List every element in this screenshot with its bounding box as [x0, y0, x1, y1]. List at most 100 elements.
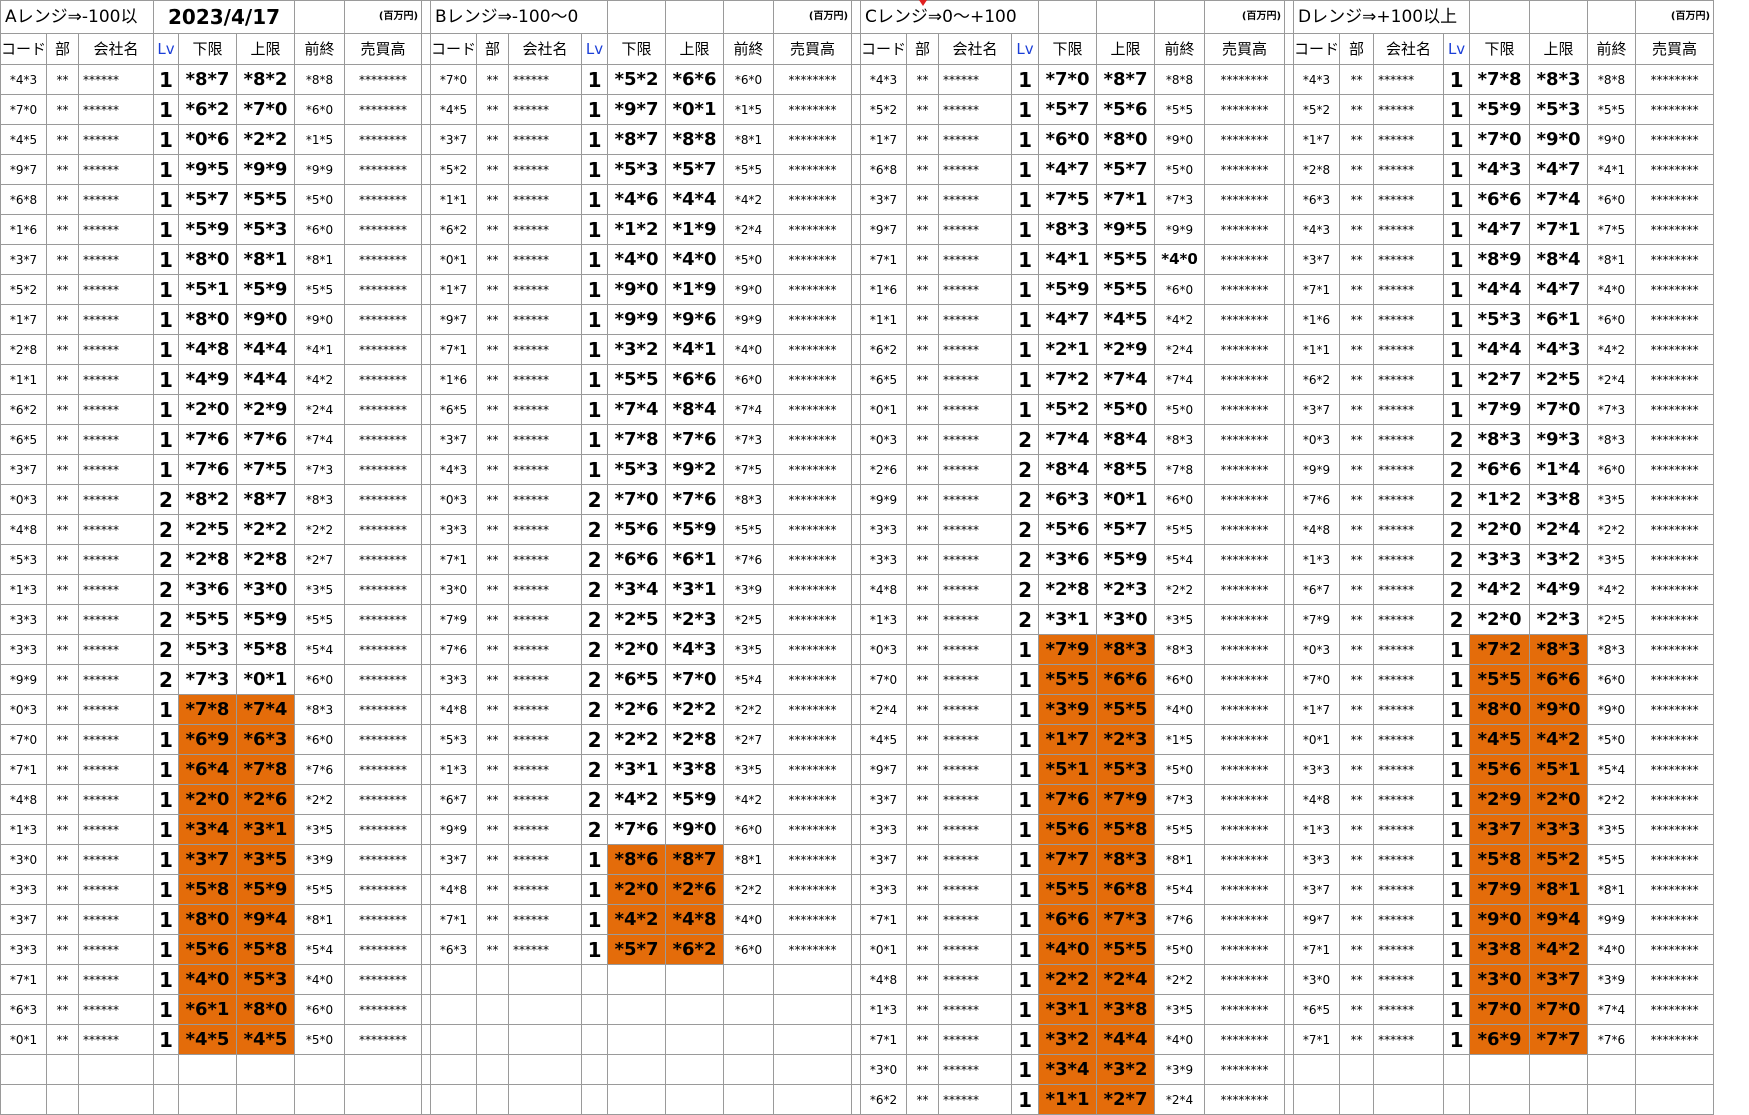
- cell-lv[interactable]: 1: [581, 934, 609, 965]
- cell-lower[interactable]: *8*9: [1469, 244, 1531, 275]
- cell-upper[interactable]: *2*5: [1529, 364, 1589, 395]
- cell-upper[interactable]: *2*3: [665, 604, 725, 635]
- gap-cell[interactable]: [421, 64, 432, 95]
- cell-bu[interactable]: **: [1339, 844, 1375, 875]
- empty-cell[interactable]: [508, 1054, 583, 1085]
- gap-cell[interactable]: [1284, 394, 1295, 425]
- empty-cell[interactable]: [1469, 1054, 1531, 1085]
- cell-upper[interactable]: *3*7: [1529, 964, 1589, 995]
- cell-upper[interactable]: *8*1: [1529, 874, 1589, 905]
- cell-bu[interactable]: **: [476, 424, 510, 455]
- cell-sales[interactable]: ********: [1204, 574, 1286, 605]
- cell-sales[interactable]: ********: [1635, 184, 1715, 215]
- cell-bu[interactable]: **: [46, 754, 80, 785]
- empty-cell[interactable]: [1373, 1054, 1445, 1085]
- cell-code[interactable]: *4*3: [430, 454, 478, 485]
- cell-prev[interactable]: *9*9: [1154, 214, 1206, 245]
- cell-name[interactable]: ******: [938, 154, 1013, 185]
- cell-lv[interactable]: 1: [581, 64, 609, 95]
- cell-lv[interactable]: 1: [1011, 184, 1040, 215]
- cell-code[interactable]: *0*1: [430, 244, 478, 275]
- cell-prev[interactable]: *1*5: [723, 94, 775, 125]
- cell-code[interactable]: *6*3: [0, 994, 48, 1025]
- cell-name[interactable]: ******: [938, 964, 1013, 995]
- cell-prev[interactable]: *3*5: [294, 574, 346, 605]
- empty-cell[interactable]: [665, 964, 725, 995]
- gap-cell[interactable]: [421, 244, 432, 275]
- cell-lower[interactable]: *9*9: [607, 304, 667, 335]
- cell-lower[interactable]: *9*5: [178, 154, 238, 185]
- cell-sales[interactable]: ********: [1635, 94, 1715, 125]
- cell-lower[interactable]: *6*5: [607, 664, 667, 695]
- gap-cell[interactable]: [851, 364, 862, 395]
- cell-name[interactable]: ******: [508, 754, 583, 785]
- cell-prev[interactable]: *3*5: [1587, 544, 1637, 575]
- cell-lower[interactable]: *7*7: [1038, 844, 1098, 875]
- cell-code[interactable]: *0*1: [860, 394, 908, 425]
- cell-prev[interactable]: *5*5: [1587, 844, 1637, 875]
- gap-cell[interactable]: [851, 784, 862, 815]
- cell-lv[interactable]: 1: [153, 754, 180, 785]
- cell-bu[interactable]: **: [476, 574, 510, 605]
- cell-prev[interactable]: *8*8: [1587, 64, 1637, 95]
- cell-sales[interactable]: ********: [1635, 124, 1715, 155]
- cell-prev[interactable]: *2*2: [1587, 784, 1637, 815]
- cell-code[interactable]: *4*5: [860, 724, 908, 755]
- header-name[interactable]: 会社名: [78, 33, 155, 65]
- cell-code[interactable]: *1*7: [1293, 124, 1341, 155]
- cell-prev[interactable]: *5*5: [723, 154, 775, 185]
- cell-sales[interactable]: ********: [773, 274, 853, 305]
- cell-prev[interactable]: *5*5: [723, 514, 775, 545]
- cell-bu[interactable]: **: [46, 514, 80, 545]
- cell-upper[interactable]: *5*8: [236, 634, 296, 665]
- cell-code[interactable]: *0*1: [1293, 724, 1341, 755]
- cell-lv[interactable]: 1: [153, 184, 180, 215]
- cell-prev[interactable]: *7*6: [723, 544, 775, 575]
- gap-cell[interactable]: [851, 904, 862, 935]
- cell-sales[interactable]: ********: [1204, 64, 1286, 95]
- cell-code[interactable]: *6*7: [430, 784, 478, 815]
- cell-upper[interactable]: *5*5: [1096, 244, 1156, 275]
- cell-bu[interactable]: **: [476, 214, 510, 245]
- cell-upper[interactable]: *7*1: [1529, 214, 1589, 245]
- gap-cell[interactable]: [421, 964, 432, 995]
- cell-bu[interactable]: **: [476, 664, 510, 695]
- cell-name[interactable]: ******: [78, 334, 155, 365]
- cell-upper[interactable]: *7*1: [1096, 184, 1156, 215]
- cell-upper[interactable]: *4*5: [236, 1024, 296, 1055]
- header-prev[interactable]: 前終: [723, 33, 775, 65]
- cell-prev[interactable]: *4*2: [1587, 574, 1637, 605]
- cell-bu[interactable]: **: [1339, 244, 1375, 275]
- cell-bu[interactable]: **: [476, 514, 510, 545]
- cell-sales[interactable]: ********: [1204, 154, 1286, 185]
- cell-code[interactable]: *4*5: [430, 94, 478, 125]
- header-bu[interactable]: 部: [476, 33, 510, 65]
- cell-name[interactable]: ******: [508, 334, 583, 365]
- cell-lv[interactable]: 1: [1443, 64, 1471, 95]
- gap-cell[interactable]: [1284, 724, 1295, 755]
- cell-lower[interactable]: *8*7: [607, 124, 667, 155]
- cell-prev[interactable]: *5*5: [1154, 514, 1206, 545]
- cell-upper[interactable]: *0*1: [665, 94, 725, 125]
- cell-upper[interactable]: *8*8: [665, 124, 725, 155]
- cell-lv[interactable]: 2: [581, 604, 609, 635]
- cell-lower[interactable]: *3*8: [1469, 934, 1531, 965]
- cell-upper[interactable]: *6*6: [665, 364, 725, 395]
- cell-bu[interactable]: **: [906, 394, 940, 425]
- cell-name[interactable]: ******: [938, 304, 1013, 335]
- cell-bu[interactable]: **: [906, 724, 940, 755]
- cell-lv[interactable]: 1: [1443, 724, 1471, 755]
- date-cell[interactable]: 2023/4/17: [153, 0, 296, 34]
- cell-sales[interactable]: ********: [773, 724, 853, 755]
- cell-name[interactable]: ******: [938, 514, 1013, 545]
- cell-code[interactable]: *7*1: [1293, 934, 1341, 965]
- cell-lv[interactable]: 1: [1443, 934, 1471, 965]
- cell-bu[interactable]: **: [46, 124, 80, 155]
- cell-lower[interactable]: *2*2: [607, 724, 667, 755]
- cell-code[interactable]: *1*1: [0, 364, 48, 395]
- gap-cell[interactable]: [1284, 94, 1295, 125]
- cell-code[interactable]: *1*1: [1293, 334, 1341, 365]
- cell-bu[interactable]: **: [906, 844, 940, 875]
- cell-name[interactable]: ******: [938, 1024, 1013, 1055]
- cell-code[interactable]: *3*7: [860, 184, 908, 215]
